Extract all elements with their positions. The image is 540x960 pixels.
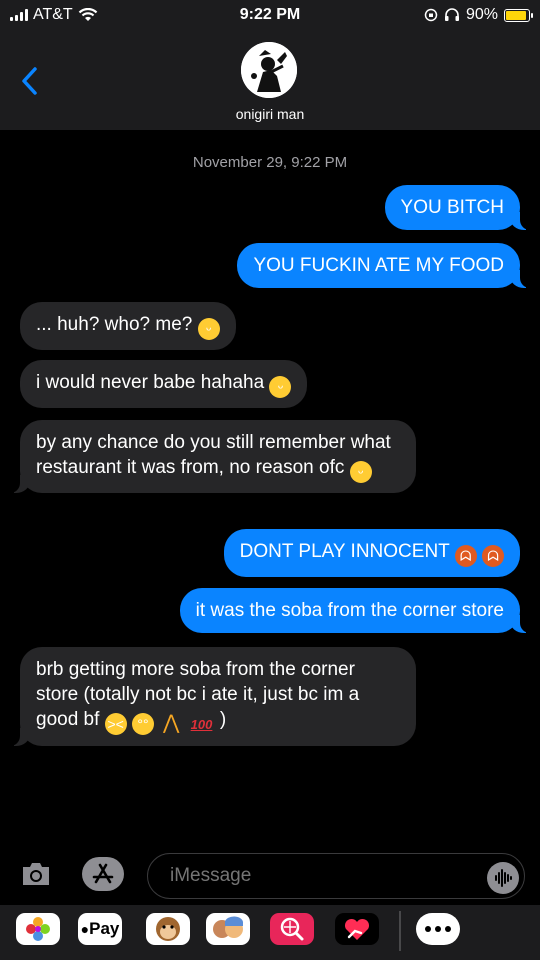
memoji-glyph: [213, 916, 244, 938]
message-bubble-received[interactable]: ... huh? who? me? ᵕ: [20, 302, 236, 350]
message-bubble-sent[interactable]: YOU BITCH: [384, 185, 537, 230]
ellipsis-glyph: [425, 926, 451, 932]
imessage-app-drawer: ● Pay: [0, 905, 540, 960]
grinning-face-icon: ᵕ: [269, 376, 292, 398]
photos-flower-glyph: [26, 917, 50, 941]
message-bubble-received[interactable]: by any chance do you still remember what…: [4, 420, 416, 493]
apple-pay-label: Pay: [89, 919, 120, 938]
cursing-face-icon: ᗣ: [454, 545, 477, 567]
thread-timestamp: November 29, 9:22 PM: [192, 154, 348, 171]
contact-name[interactable]: onigiri man: [0, 106, 540, 122]
message-bubble-received[interactable]: brb getting more soba from the corner st…: [4, 647, 416, 746]
heart-hand-glyph: [344, 918, 370, 940]
message-suffix: ): [219, 709, 227, 730]
battery-percent: 90%: [465, 6, 498, 23]
grinning-face-icon: ᵕ: [349, 461, 372, 483]
persevering-face-icon: ><: [104, 713, 127, 735]
status-right: 90%: [424, 6, 533, 24]
message-text: DONT PLAY INNOCENT: [239, 541, 450, 562]
audio-waveform-icon[interactable]: [487, 862, 519, 894]
battery-icon: [504, 8, 533, 22]
message-text: i would never babe hahaha: [36, 372, 265, 393]
message-text: YOU FUCKIN ATE MY FOOD: [253, 255, 504, 276]
headphones-icon: [444, 8, 459, 21]
grinning-face-icon: ᵕ: [197, 318, 220, 340]
digital-touch-icon[interactable]: [335, 913, 379, 945]
message-text: it was the soba from the corner store: [195, 600, 504, 621]
magnifier-globe-glyph: [280, 917, 304, 941]
conversation-header: AT&T 9:22 PM 90% onigiri man: [0, 0, 540, 130]
apple-logo-icon: ●: [80, 921, 90, 937]
chevron-left-icon[interactable]: [20, 66, 40, 96]
message-text: YOU BITCH: [400, 197, 504, 218]
more-apps-icon[interactable]: [416, 913, 460, 945]
orientation-lock-icon: [424, 8, 438, 22]
message-text: by any chance do you still remember what…: [36, 432, 391, 478]
compose-bar: [0, 845, 540, 905]
camera-icon[interactable]: [20, 861, 52, 887]
monkey-glyph: [156, 917, 180, 941]
status-bar: AT&T 9:22 PM 90%: [0, 0, 540, 30]
app-store-icon[interactable]: [82, 857, 124, 891]
message-bubble-received[interactable]: i would never babe hahaha ᵕ: [20, 360, 308, 408]
message-text: ... huh? who? me?: [36, 314, 193, 335]
avatar-illustration: [241, 42, 297, 98]
drawer-divider: [399, 911, 401, 951]
memoji-icon[interactable]: [206, 913, 250, 945]
hundred-points-icon: 100: [190, 717, 213, 732]
animoji-icon[interactable]: [146, 913, 190, 945]
message-input[interactable]: [147, 853, 525, 899]
folded-hands-icon: ⋀: [163, 712, 180, 734]
message-bubble-sent[interactable]: DONT PLAY INNOCENT ᗣ ᗣ: [223, 529, 520, 577]
cursing-face-icon: ᗣ: [482, 545, 504, 567]
apple-pay-icon[interactable]: ● Pay: [78, 913, 122, 945]
rolling-eyes-face-icon: °°: [131, 713, 154, 735]
battery-fill: [506, 10, 526, 20]
photos-icon[interactable]: [16, 913, 60, 945]
app-store-glyph: [92, 863, 114, 884]
message-bubble-sent[interactable]: it was the soba from the corner store: [179, 588, 537, 633]
waveform-glyph: [495, 869, 512, 887]
message-bubble-sent[interactable]: YOU FUCKIN ATE MY FOOD: [237, 243, 536, 288]
contact-avatar[interactable]: [241, 42, 297, 98]
search-images-icon[interactable]: [270, 913, 314, 945]
